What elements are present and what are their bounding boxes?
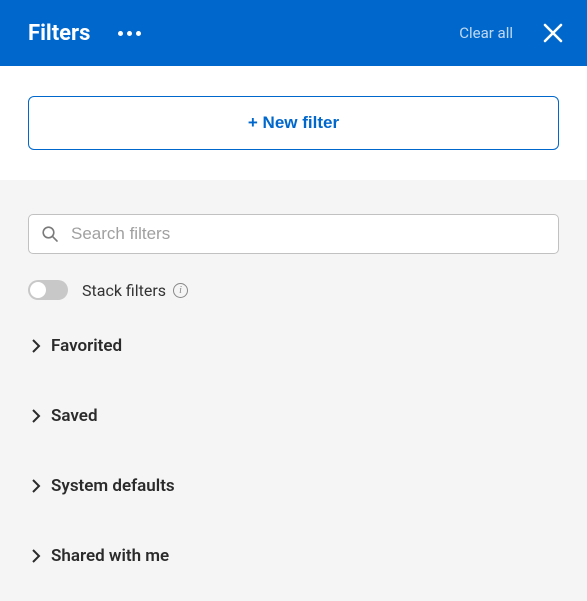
category-label: Shared with me	[51, 546, 169, 566]
category-system-defaults[interactable]: System defaults	[28, 476, 559, 496]
search-input[interactable]	[71, 224, 546, 244]
stack-filters-toggle[interactable]	[28, 280, 68, 300]
info-icon[interactable]: i	[173, 283, 188, 298]
category-shared-with-me[interactable]: Shared with me	[28, 546, 559, 566]
stack-filters-label: Stack filters	[82, 281, 166, 300]
close-icon[interactable]	[539, 19, 567, 47]
category-saved[interactable]: Saved	[28, 406, 559, 426]
category-label: System defaults	[51, 476, 175, 496]
search-icon	[41, 225, 59, 243]
header-right: Clear all	[459, 19, 567, 47]
panel-title: Filters	[28, 21, 90, 46]
chevron-right-icon	[32, 549, 41, 563]
header-left: Filters	[28, 21, 145, 46]
chevron-right-icon	[32, 409, 41, 423]
category-label: Favorited	[51, 336, 122, 356]
category-list: Favorited Saved System defaults Shared w…	[28, 336, 559, 566]
chevron-right-icon	[32, 479, 41, 493]
category-label: Saved	[51, 406, 98, 426]
chevron-right-icon	[32, 339, 41, 353]
main-section: Stack filters i Favorited Saved System d…	[0, 180, 587, 566]
new-filter-section: + New filter	[0, 66, 587, 180]
filters-header: Filters Clear all	[0, 0, 587, 66]
search-field[interactable]	[28, 214, 559, 254]
clear-all-button[interactable]: Clear all	[459, 24, 513, 42]
category-favorited[interactable]: Favorited	[28, 336, 559, 356]
stack-filters-row: Stack filters i	[28, 280, 559, 300]
new-filter-button[interactable]: + New filter	[28, 96, 559, 150]
stack-filters-label-wrap: Stack filters i	[82, 281, 188, 300]
more-icon[interactable]	[114, 27, 145, 40]
